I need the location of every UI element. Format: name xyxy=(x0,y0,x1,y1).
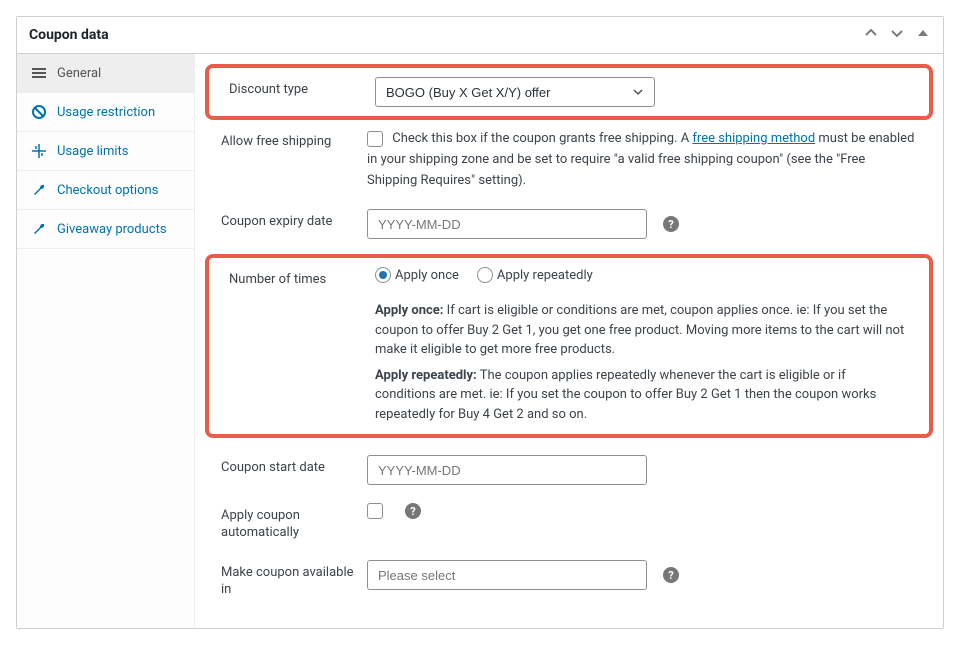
move-up-icon[interactable] xyxy=(863,25,879,45)
label-free-shipping: Allow free shipping xyxy=(221,129,367,151)
label-start-date: Coupon start date xyxy=(221,455,367,477)
tab-giveaway-products[interactable]: Giveaway products xyxy=(17,210,194,249)
note-apply-repeatedly: Apply repeatedly: The coupon applies rep… xyxy=(375,366,909,425)
panel-title: Coupon data xyxy=(29,27,109,43)
help-icon[interactable]: ? xyxy=(663,216,679,232)
panel-body: General Usage restriction Usage limits C… xyxy=(17,54,943,628)
free-shipping-method-link[interactable]: free shipping method xyxy=(692,131,815,146)
radio-apply-once[interactable] xyxy=(375,267,391,283)
row-expiry-date: Coupon expiry date ? xyxy=(201,200,937,248)
gear-icon xyxy=(31,65,47,81)
help-icon[interactable]: ? xyxy=(663,567,679,583)
apply-auto-checkbox[interactable] xyxy=(367,503,383,519)
content-area: Discount type BOGO (Buy X Get X/Y) offer… xyxy=(195,54,943,628)
tab-label: Checkout options xyxy=(57,183,158,198)
wrench-icon xyxy=(31,221,47,237)
panel-header: Coupon data xyxy=(17,17,943,54)
sliders-icon xyxy=(31,143,47,159)
tab-label: Usage limits xyxy=(57,144,128,159)
row-start-date: Coupon start date xyxy=(201,446,937,494)
label-available-in: Make coupon available in xyxy=(221,560,367,599)
tab-general[interactable]: General xyxy=(17,54,194,93)
wrench-icon xyxy=(31,182,47,198)
free-shipping-desc-prefix: Check this box if the coupon grants free… xyxy=(392,131,692,146)
number-of-times-notes: Apply once: If cart is eligible or condi… xyxy=(209,289,929,434)
tab-usage-limits[interactable]: Usage limits xyxy=(17,132,194,171)
tab-label: Usage restriction xyxy=(57,105,155,120)
start-date-input[interactable] xyxy=(367,455,647,485)
label-apply-auto: Apply coupon automatically xyxy=(221,503,367,542)
row-number-of-times: Number of times Apply once Apply repeate… xyxy=(209,258,929,289)
move-down-icon[interactable] xyxy=(889,25,905,45)
radio-apply-once-label[interactable]: Apply once xyxy=(375,267,459,283)
label-expiry-date: Coupon expiry date xyxy=(221,209,367,231)
radio-apply-repeatedly[interactable] xyxy=(477,267,493,283)
discount-type-select[interactable]: BOGO (Buy X Get X/Y) offer xyxy=(375,77,655,107)
highlight-discount-type: Discount type BOGO (Buy X Get X/Y) offer xyxy=(205,64,933,120)
tab-usage-restriction[interactable]: Usage restriction xyxy=(17,93,194,132)
expiry-date-input[interactable] xyxy=(367,209,647,239)
coupon-data-panel: Coupon data General Usage restriction Us… xyxy=(16,16,944,629)
tab-checkout-options[interactable]: Checkout options xyxy=(17,171,194,210)
label-number-of-times: Number of times xyxy=(229,267,375,289)
highlight-number-of-times: Number of times Apply once Apply repeate… xyxy=(205,254,933,438)
available-in-input[interactable] xyxy=(367,560,647,590)
radio-apply-repeatedly-label[interactable]: Apply repeatedly xyxy=(477,267,593,283)
note-apply-once: Apply once: If cart is eligible or condi… xyxy=(375,301,909,360)
free-shipping-checkbox[interactable] xyxy=(367,131,383,147)
row-available-in: Make coupon available in ? xyxy=(201,551,937,608)
panel-controls xyxy=(863,25,931,45)
tab-label: Giveaway products xyxy=(57,222,167,237)
row-discount-type: Discount type BOGO (Buy X Get X/Y) offer xyxy=(209,68,929,116)
label-discount-type: Discount type xyxy=(229,77,375,99)
ban-icon xyxy=(31,104,47,120)
tab-label: General xyxy=(57,66,101,81)
row-free-shipping: Allow free shipping Check this box if th… xyxy=(201,120,937,200)
row-apply-auto: Apply coupon automatically ? xyxy=(201,494,937,551)
tabs-sidebar: General Usage restriction Usage limits C… xyxy=(17,54,195,628)
help-icon[interactable]: ? xyxy=(405,503,421,519)
toggle-panel-icon[interactable] xyxy=(915,25,931,45)
